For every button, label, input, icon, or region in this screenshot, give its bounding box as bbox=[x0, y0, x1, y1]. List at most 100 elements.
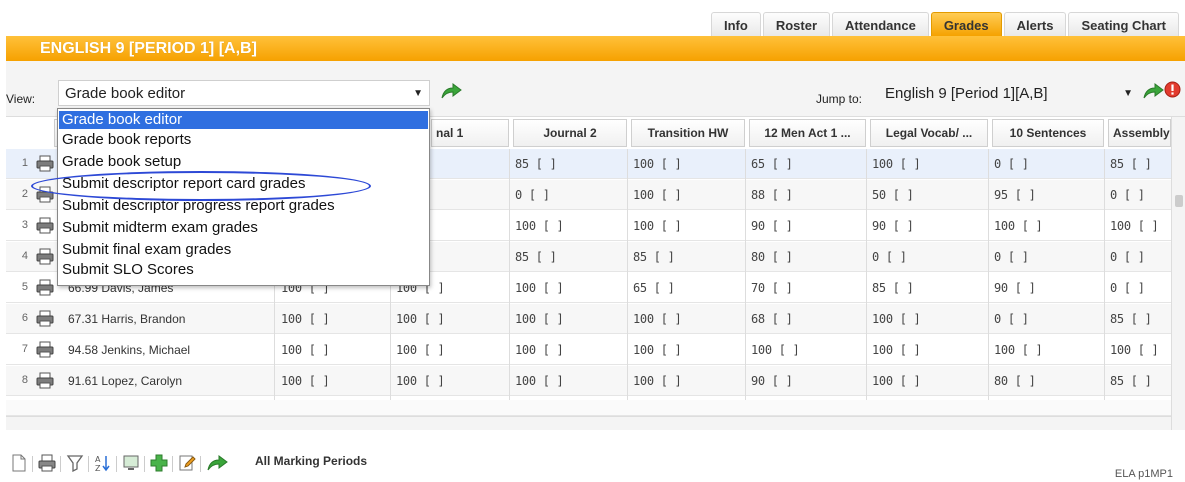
column-header-12-men-act-1[interactable]: 12 Men Act 1 ... bbox=[749, 119, 866, 147]
jump-to-select[interactable]: English 9 [Period 1][A,B] ▼ bbox=[878, 80, 1140, 106]
menu-item-grade-book-setup[interactable]: Grade book setup bbox=[59, 153, 428, 171]
grade-cell[interactable]: 85 [ ] bbox=[1110, 374, 1152, 388]
print-icon[interactable] bbox=[36, 279, 54, 296]
grade-cell[interactable]: 100 [ ] bbox=[633, 219, 682, 233]
grade-cell[interactable]: 0 [ ] bbox=[872, 250, 907, 264]
grade-cell[interactable]: 0 [ ] bbox=[1110, 250, 1145, 264]
grade-cell[interactable]: 68 [ ] bbox=[751, 312, 793, 326]
grade-cell[interactable]: 0 [ ] bbox=[515, 188, 550, 202]
tab-attendance[interactable]: Attendance bbox=[832, 12, 929, 36]
grade-cell[interactable]: 88 [ ] bbox=[751, 188, 793, 202]
grade-cell[interactable]: 100 [ ] bbox=[515, 312, 564, 326]
grade-cell[interactable]: 0 [ ] bbox=[994, 157, 1029, 171]
tab-seating-chart[interactable]: Seating Chart bbox=[1068, 12, 1179, 36]
column-header-journal-2[interactable]: Journal 2 bbox=[513, 119, 627, 147]
grade-cell[interactable]: 100 [ ] bbox=[994, 343, 1043, 357]
grade-cell[interactable]: 100 [ ] bbox=[633, 343, 682, 357]
grade-cell[interactable]: 100 [ ] bbox=[633, 312, 682, 326]
column-header-assembly[interactable]: Assembly bbox=[1108, 119, 1171, 147]
grade-cell[interactable]: 100 [ ] bbox=[281, 343, 330, 357]
student-name[interactable]: 67.31 Harris, Brandon bbox=[68, 312, 185, 326]
grade-cell[interactable]: 100 [ ] bbox=[872, 312, 921, 326]
grade-cell[interactable]: 100 [ ] bbox=[633, 374, 682, 388]
grade-cell[interactable]: 100 [ ] bbox=[281, 312, 330, 326]
edit-icon[interactable] bbox=[178, 454, 196, 472]
grade-cell[interactable]: 85 [ ] bbox=[633, 250, 675, 264]
menu-item-submit-slo-scores[interactable]: Submit SLO Scores bbox=[59, 261, 428, 279]
grade-cell[interactable]: 50 [ ] bbox=[872, 188, 914, 202]
grade-cell[interactable]: 90 [ ] bbox=[751, 219, 793, 233]
grade-cell[interactable]: 65 [ ] bbox=[751, 157, 793, 171]
scroll-thumb[interactable] bbox=[1175, 195, 1183, 207]
print-icon[interactable] bbox=[36, 248, 54, 265]
table-row[interactable]: 6 67.31 Harris, Brandon 100 [ ] 100 [ ] 100 … bbox=[6, 304, 1171, 334]
menu-item-grade-book-reports[interactable]: Grade book reports bbox=[59, 131, 428, 149]
filter-icon[interactable] bbox=[66, 454, 84, 472]
column-header-legal-vocab[interactable]: Legal Vocab/ ... bbox=[870, 119, 988, 147]
grade-cell[interactable]: 100 [ ] bbox=[515, 219, 564, 233]
grade-cell[interactable]: 90 [ ] bbox=[994, 281, 1036, 295]
print-icon[interactable] bbox=[36, 341, 54, 358]
grade-cell[interactable]: 70 [ ] bbox=[751, 281, 793, 295]
grade-cell[interactable]: 100 [ ] bbox=[872, 374, 921, 388]
grade-cell[interactable]: 100 [ ] bbox=[872, 157, 921, 171]
menu-item-submit-midterm-exam-grades[interactable]: Submit midterm exam grades bbox=[59, 219, 428, 237]
grade-cell[interactable]: 100 [ ] bbox=[515, 343, 564, 357]
grade-cell[interactable]: 95 [ ] bbox=[994, 188, 1036, 202]
print-icon[interactable] bbox=[36, 310, 54, 327]
student-name[interactable]: 94.58 Jenkins, Michael bbox=[68, 343, 190, 357]
add-icon[interactable] bbox=[150, 454, 168, 472]
print-icon[interactable] bbox=[36, 217, 54, 234]
menu-item-submit-final-exam-grades[interactable]: Submit final exam grades bbox=[59, 241, 428, 259]
grade-cell[interactable]: 100 [ ] bbox=[515, 281, 564, 295]
go-arrow-icon[interactable] bbox=[206, 454, 228, 472]
grade-cell[interactable]: 100 [ ] bbox=[281, 374, 330, 388]
grade-cell[interactable]: 0 [ ] bbox=[1110, 281, 1145, 295]
grade-cell[interactable]: 100 [ ] bbox=[515, 374, 564, 388]
alert-icon[interactable] bbox=[1164, 81, 1181, 98]
grade-cell[interactable]: 100 [ ] bbox=[396, 374, 445, 388]
grade-cell[interactable]: 90 [ ] bbox=[872, 219, 914, 233]
print-icon[interactable] bbox=[36, 155, 54, 172]
grade-cell[interactable]: 100 [ ] bbox=[396, 343, 445, 357]
tab-alerts[interactable]: Alerts bbox=[1003, 12, 1067, 36]
grade-cell[interactable]: 65 [ ] bbox=[633, 281, 675, 295]
tab-grades[interactable]: Grades bbox=[930, 12, 1002, 36]
grade-cell[interactable]: 100 [ ] bbox=[633, 157, 682, 171]
table-row[interactable]: 8 91.61 Lopez, Carolyn 100 [ ] 100 [ ] 100 [… bbox=[6, 366, 1171, 396]
grade-cell[interactable]: 100 [ ] bbox=[396, 312, 445, 326]
go-arrow-icon[interactable] bbox=[440, 82, 462, 100]
print-icon[interactable] bbox=[36, 372, 54, 389]
grade-cell[interactable]: 100 [ ] bbox=[1110, 219, 1159, 233]
table-row[interactable]: 7 94.58 Jenkins, Michael 100 [ ] 100 [ ] 100… bbox=[6, 335, 1171, 365]
grade-cell[interactable]: 0 [ ] bbox=[994, 250, 1029, 264]
go-arrow-icon[interactable] bbox=[1142, 82, 1164, 100]
tab-roster[interactable]: Roster bbox=[762, 12, 831, 36]
grade-cell[interactable]: 85 [ ] bbox=[872, 281, 914, 295]
grade-cell[interactable]: 100 [ ] bbox=[633, 188, 682, 202]
grade-cell[interactable]: 85 [ ] bbox=[1110, 157, 1152, 171]
column-header-10-sentences[interactable]: 10 Sentences bbox=[992, 119, 1104, 147]
column-header-transition-hw[interactable]: Transition HW bbox=[631, 119, 745, 147]
menu-item-grade-book-editor[interactable]: Grade book editor bbox=[59, 111, 428, 129]
horizontal-scrollbar[interactable] bbox=[6, 416, 1171, 430]
grade-cell[interactable]: 100 [ ] bbox=[994, 219, 1043, 233]
grade-cell[interactable]: 85 [ ] bbox=[1110, 312, 1152, 326]
tab-info[interactable]: Info bbox=[711, 12, 761, 36]
grade-cell[interactable]: 100 [ ] bbox=[751, 343, 800, 357]
grade-cell[interactable]: 85 [ ] bbox=[515, 250, 557, 264]
view-select[interactable]: Grade book editor ▼ bbox=[58, 80, 430, 106]
grade-cell[interactable]: 100 [ ] bbox=[872, 343, 921, 357]
monitor-icon[interactable] bbox=[122, 454, 140, 472]
vertical-scrollbar[interactable] bbox=[1171, 117, 1185, 430]
print-icon[interactable] bbox=[38, 454, 56, 472]
grade-cell[interactable]: 80 [ ] bbox=[751, 250, 793, 264]
document-icon[interactable] bbox=[10, 454, 28, 472]
student-name[interactable]: 91.61 Lopez, Carolyn bbox=[68, 374, 182, 388]
grade-cell[interactable]: 85 [ ] bbox=[515, 157, 557, 171]
grade-cell[interactable]: 100 [ ] bbox=[1110, 343, 1159, 357]
grade-cell[interactable]: 80 [ ] bbox=[994, 374, 1036, 388]
grade-cell[interactable]: 90 [ ] bbox=[751, 374, 793, 388]
grade-cell[interactable]: 0 [ ] bbox=[1110, 188, 1145, 202]
grade-cell[interactable]: 0 [ ] bbox=[994, 312, 1029, 326]
